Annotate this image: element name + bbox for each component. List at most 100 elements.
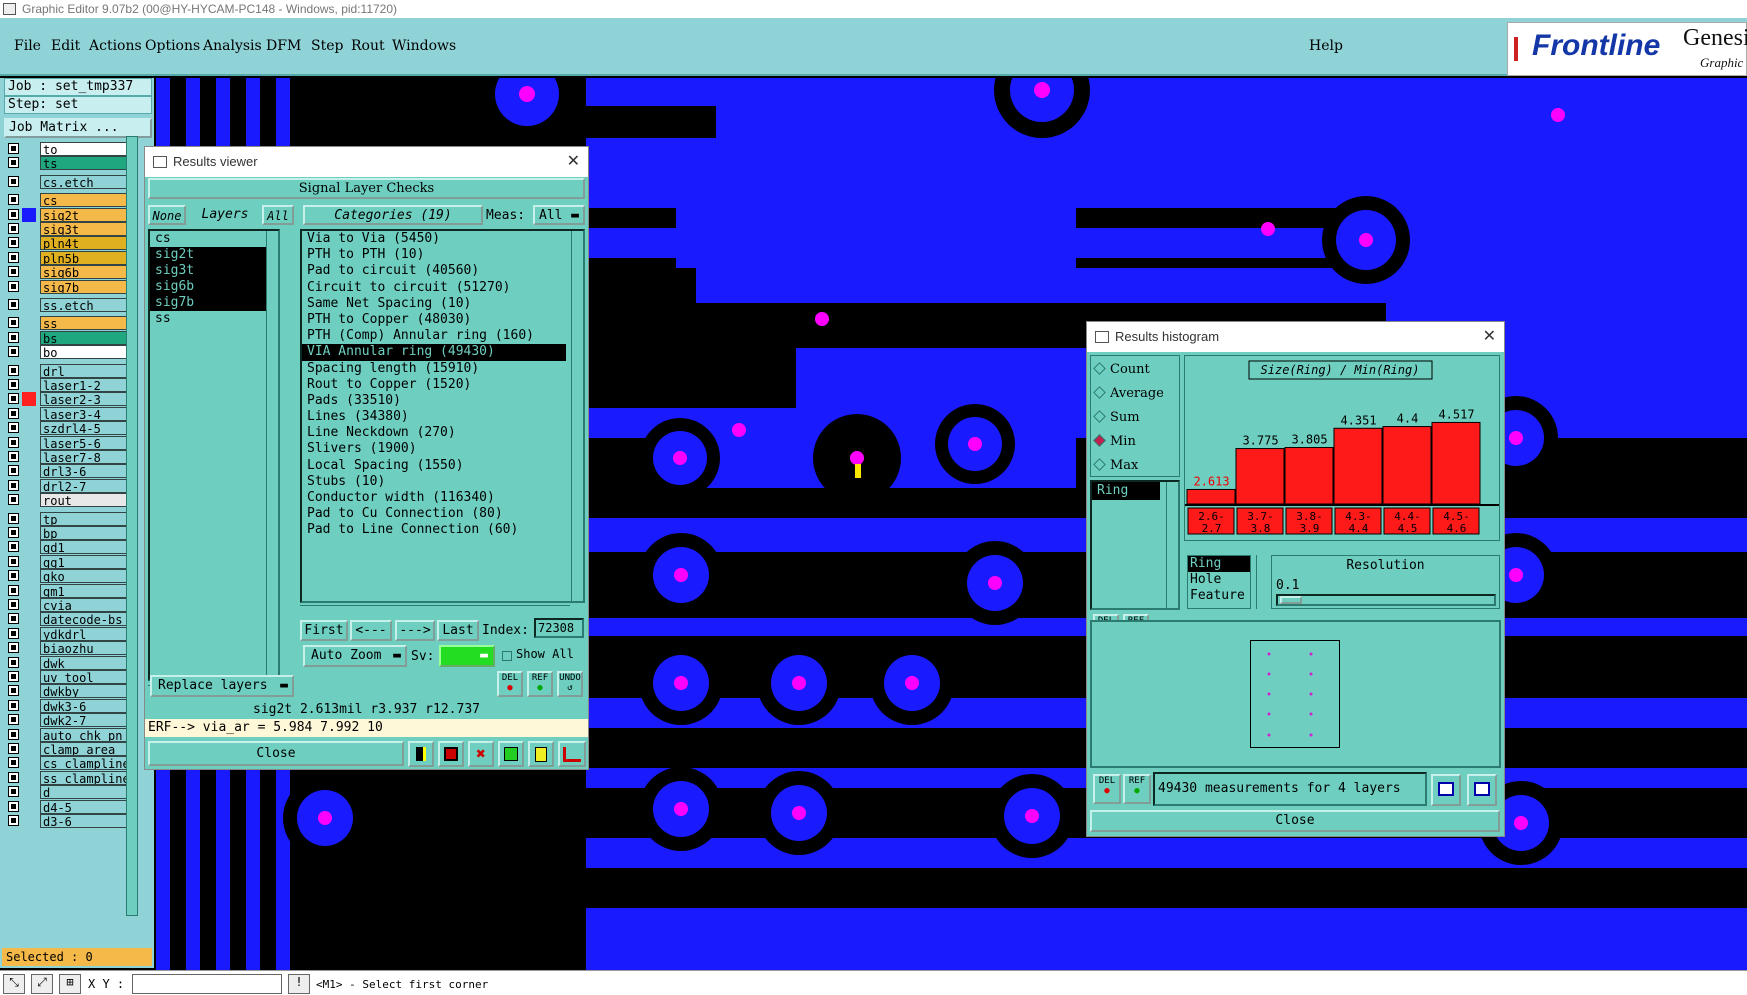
layer-color-swatch[interactable] (22, 728, 36, 742)
layer-checkbox[interactable] (8, 527, 19, 538)
layer-color-swatch[interactable] (22, 436, 36, 450)
layer-color-swatch[interactable] (22, 699, 36, 713)
layer-name[interactable]: uv_tool (40, 670, 131, 684)
layer-color-swatch[interactable] (22, 364, 36, 378)
layer-select-list[interactable]: cs sig2t sig3t sig6b sig7b ss (148, 229, 280, 681)
stat-option-average[interactable]: Average (1093, 385, 1164, 403)
category-item[interactable]: Rout to Copper (1520) (302, 377, 566, 393)
category-item[interactable]: VIA Annular ring (49430) (302, 344, 566, 361)
layer-row-sig2t[interactable]: sig2t (8, 207, 131, 222)
sv-color-dropdown[interactable]: ▬ (439, 645, 495, 667)
layer-name[interactable]: sig7b (40, 279, 131, 294)
layer-color-swatch[interactable] (22, 713, 36, 727)
layer-name[interactable]: clamp_area (40, 742, 131, 756)
menu-windows[interactable]: Windows (392, 38, 456, 54)
layer-checkbox[interactable] (8, 237, 19, 249)
layer-name[interactable]: d3-6 (40, 814, 131, 828)
layer-color-swatch[interactable] (22, 280, 36, 294)
layer-name[interactable]: laser1-2 (40, 378, 131, 392)
layer-name[interactable]: ydkdrl (40, 626, 131, 641)
layer-row-uv-tool[interactable]: uv_tool (8, 670, 131, 684)
layer-checkbox[interactable] (8, 570, 19, 582)
layer-name[interactable]: ss_clampline (40, 770, 131, 785)
layer-checkbox[interactable] (8, 757, 19, 769)
stat-option-min[interactable]: Min (1093, 433, 1136, 451)
layer-row-laser1-2[interactable]: laser1-2 (8, 378, 131, 392)
layer-row-drl2-7[interactable]: drl2-7 (8, 478, 131, 493)
layer-name[interactable]: biaozhu (40, 641, 131, 656)
layer-color-swatch[interactable] (22, 771, 36, 785)
layer-color-swatch[interactable] (22, 378, 36, 392)
layer-color-swatch[interactable] (22, 569, 36, 583)
layer-name[interactable]: d (40, 785, 131, 800)
layer-checkbox[interactable] (8, 613, 19, 625)
layer-checkbox[interactable] (8, 465, 19, 477)
layer-color-swatch[interactable] (22, 193, 36, 207)
stat-option-sum[interactable]: Sum (1093, 409, 1140, 427)
layer-row-d[interactable]: d (8, 785, 131, 800)
feature-list-scrollbar[interactable] (1256, 555, 1268, 609)
layer-checkbox[interactable] (8, 685, 19, 697)
layer-checkbox[interactable] (8, 815, 19, 826)
category-item[interactable]: PTH to PTH (10) (302, 247, 566, 263)
layer-color-swatch[interactable] (22, 555, 36, 569)
rv-layer-item[interactable]: sig6b (150, 279, 276, 295)
layer-name[interactable]: gg1 (40, 554, 131, 569)
layer-name[interactable]: bs (40, 330, 131, 345)
layer-name[interactable]: dwk3-6 (40, 698, 131, 713)
rv-layer-item[interactable]: sig3t (150, 263, 276, 279)
layer-name[interactable]: cs (40, 193, 131, 208)
layer-name[interactable]: drl2-7 (40, 478, 131, 493)
layer-name[interactable]: cvia (40, 598, 131, 612)
category-item[interactable]: Pad to Cu Connection (80) (302, 506, 566, 522)
layer-checkbox[interactable] (8, 175, 19, 187)
close-button[interactable]: Close (148, 741, 404, 766)
layer-color-swatch[interactable] (22, 742, 36, 756)
category-item[interactable]: Spacing length (15910) (302, 361, 566, 377)
menu-step[interactable]: Step (311, 38, 343, 54)
layer-name[interactable]: sig2t (40, 207, 131, 222)
layer-row-dwkby[interactable]: dwkby (8, 684, 131, 699)
layer-checkbox[interactable] (8, 541, 19, 553)
layer-row-laser2-3[interactable]: laser2-3 (8, 392, 131, 407)
layer-row-d3-6[interactable]: d3-6 (8, 814, 131, 828)
stop-icon[interactable] (438, 741, 464, 767)
layer-checkbox[interactable] (8, 393, 19, 405)
grid-tool-icon[interactable]: ⊞ (59, 974, 81, 994)
layer-row-sig6b[interactable]: sig6b (8, 265, 131, 280)
layer-name[interactable]: drl3-6 (40, 464, 131, 479)
layer-row-to[interactable]: to (8, 142, 131, 156)
layer-row-cs[interactable]: cs (8, 193, 131, 208)
layer-checkbox[interactable] (8, 771, 19, 783)
layer-color-swatch[interactable] (22, 345, 36, 359)
stat-option-max[interactable]: Max (1093, 457, 1138, 475)
layer-color-swatch[interactable] (22, 526, 36, 540)
layer-name[interactable]: drl (40, 363, 131, 378)
layer-checkbox[interactable] (8, 479, 19, 491)
highlight-icon[interactable] (408, 741, 434, 767)
layer-checkbox[interactable] (8, 800, 19, 812)
layer-row-bo[interactable]: bo (8, 345, 131, 360)
layer-checkbox[interactable] (8, 699, 19, 711)
category-item[interactable]: Slivers (1900) (302, 441, 566, 457)
layer-color-swatch[interactable] (22, 316, 36, 330)
layer-name[interactable]: dwk (40, 655, 131, 670)
layer-color-swatch[interactable] (22, 407, 36, 421)
signal-layer-checks-header[interactable]: Signal Layer Checks (148, 178, 585, 199)
show-all-checkbox[interactable] (502, 651, 512, 661)
menu-help[interactable]: Help (1309, 38, 1343, 54)
layer-color-swatch[interactable] (22, 641, 36, 655)
layer-scrollbar[interactable] (126, 136, 138, 916)
ref-button[interactable]: REF ● (527, 671, 553, 697)
rv-layer-item[interactable]: ss (150, 311, 276, 327)
categories-scrollbar[interactable] (571, 231, 583, 601)
layer-color-swatch[interactable] (22, 670, 36, 684)
layer-checkbox[interactable] (8, 194, 19, 206)
layer-name[interactable]: auto_chk_pn (40, 727, 131, 742)
menu-rout[interactable]: Rout (351, 38, 385, 54)
layer-name[interactable]: gm1 (40, 583, 131, 598)
layer-row-ydkdrl[interactable]: ydkdrl (8, 626, 131, 641)
layer-name[interactable]: bo (40, 345, 131, 360)
menu-edit[interactable]: Edit (51, 38, 80, 54)
layer-row-biaozhu[interactable]: biaozhu (8, 641, 131, 656)
